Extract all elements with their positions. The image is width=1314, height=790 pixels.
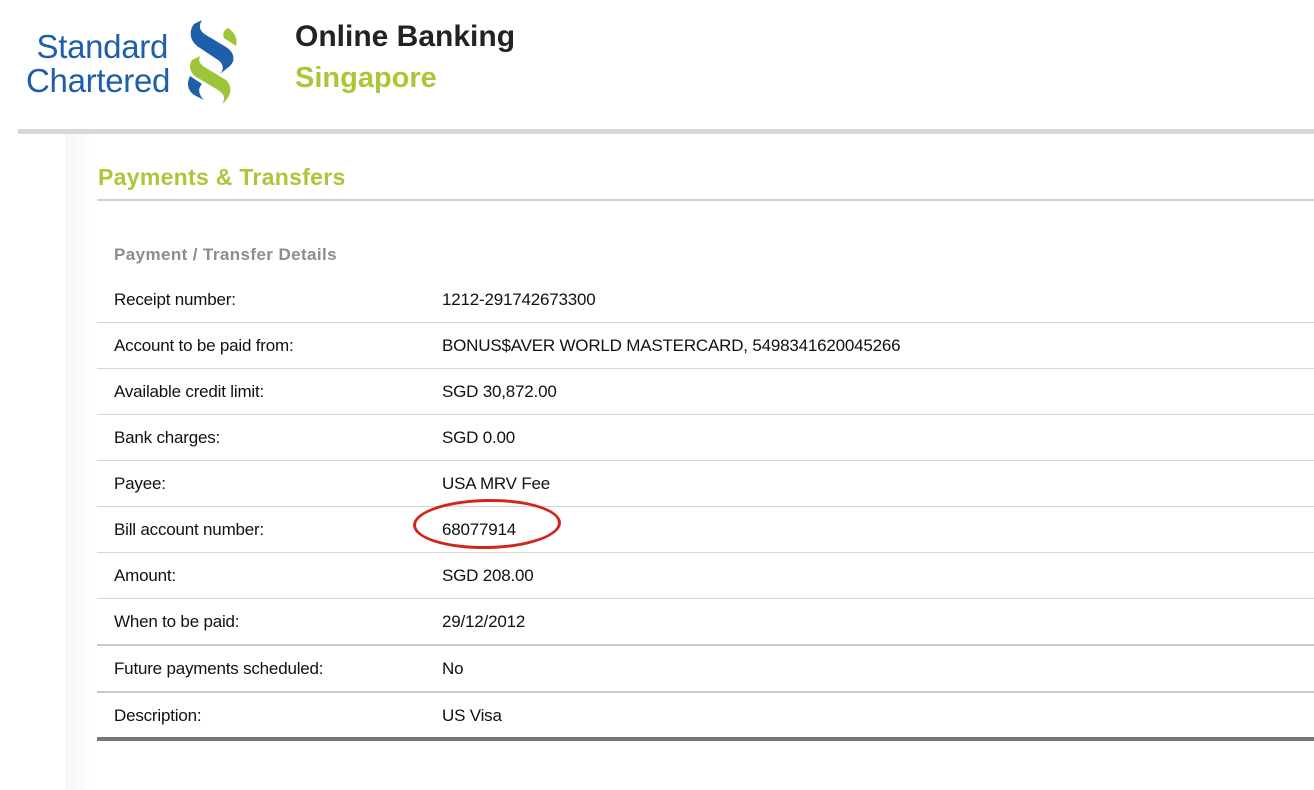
detail-label: Bank charges: bbox=[114, 428, 221, 447]
detail-row-payment-date: When to be paid: 29/12/2012 bbox=[97, 599, 1314, 646]
detail-row-account-from: Account to be paid from: BONUS$AVER WORL… bbox=[97, 323, 1314, 369]
detail-label: Payee: bbox=[114, 474, 166, 493]
header: Standard Chartered Online Banking Singap… bbox=[0, 0, 1314, 130]
detail-label: Amount: bbox=[114, 566, 176, 585]
detail-row-description: Description: US Visa bbox=[97, 693, 1314, 741]
app-title: Online Banking bbox=[295, 20, 516, 53]
detail-value: SGD 208.00 bbox=[442, 566, 534, 585]
detail-label: Available credit limit: bbox=[114, 382, 265, 401]
detail-row-future-payments: Future payments scheduled: No bbox=[97, 646, 1314, 693]
detail-value: 29/12/2012 bbox=[442, 612, 526, 631]
detail-row-bank-charges: Bank charges: SGD 0.00 bbox=[97, 415, 1314, 461]
detail-label: Bill account number: bbox=[114, 520, 265, 539]
page-title: Payments & Transfers bbox=[98, 164, 346, 190]
detail-row-receipt-number: Receipt number: 1212-291742673300 bbox=[97, 277, 1314, 323]
details-heading: Payment / Transfer Details bbox=[114, 245, 337, 264]
region-subtitle: Singapore bbox=[295, 62, 437, 94]
detail-row-payee: Payee: USA MRV Fee bbox=[97, 461, 1314, 507]
detail-row-bill-account-number: Bill account number: 68077914 bbox=[97, 507, 1314, 553]
detail-value: SGD 0.00 bbox=[442, 428, 516, 447]
detail-label: Description: bbox=[114, 706, 202, 725]
section-divider bbox=[97, 199, 1314, 201]
detail-value: USA MRV Fee bbox=[442, 474, 551, 493]
logo-line-2: Chartered bbox=[26, 62, 171, 99]
detail-value: No bbox=[442, 659, 464, 678]
detail-value: SGD 30,872.00 bbox=[442, 382, 557, 401]
detail-label: Account to be paid from: bbox=[114, 336, 294, 355]
page: Standard Chartered Online Banking Singap… bbox=[0, 0, 1314, 790]
detail-label: Receipt number: bbox=[114, 290, 236, 309]
detail-label: Future payments scheduled: bbox=[114, 659, 324, 678]
detail-value: 1212-291742673300 bbox=[442, 290, 596, 309]
detail-row-credit-limit: Available credit limit: SGD 30,872.00 bbox=[97, 369, 1314, 415]
logo-line-1: Standard bbox=[36, 28, 169, 65]
detail-value: US Visa bbox=[442, 706, 502, 725]
detail-row-amount: Amount: SGD 208.00 bbox=[97, 553, 1314, 599]
standard-chartered-logo-icon bbox=[188, 20, 237, 104]
bank-logo-wordmark: Standard Chartered bbox=[26, 30, 170, 98]
detail-value: BONUS$AVER WORLD MASTERCARD, 54983416200… bbox=[442, 336, 901, 355]
payment-details-table: Receipt number: 1212-291742673300 Accoun… bbox=[97, 277, 1314, 741]
detail-label: When to be paid: bbox=[114, 612, 240, 631]
